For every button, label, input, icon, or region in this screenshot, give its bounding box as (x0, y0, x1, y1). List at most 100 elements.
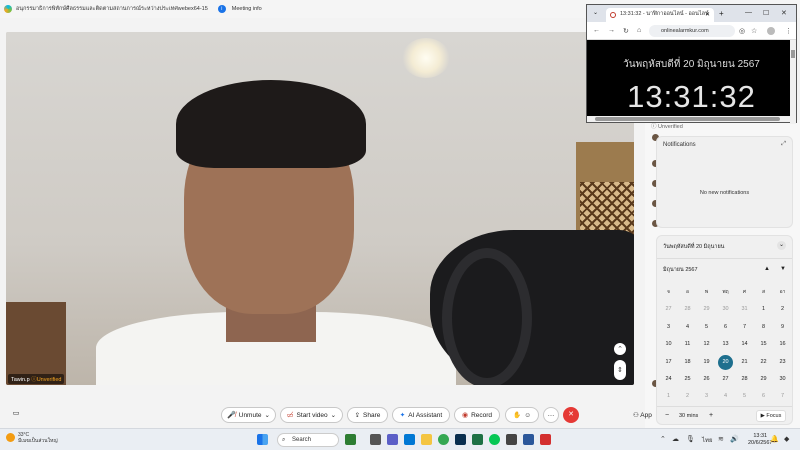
calendar-day[interactable]: 27 (659, 301, 678, 318)
edge-icon[interactable] (404, 434, 415, 445)
calendar-day[interactable]: 14 (735, 336, 754, 353)
share-button[interactable]: ⇪ Share (347, 407, 388, 423)
tab-menu-icon[interactable]: ⌄ (593, 9, 598, 16)
more-menu-icon[interactable]: ⋮ (785, 27, 792, 35)
teams-icon[interactable] (387, 434, 398, 445)
start-video-button[interactable]: ▭̸ Start video ⌄ (280, 407, 343, 423)
calendar-day[interactable]: 29 (697, 301, 716, 318)
calendar-day-today[interactable]: 20 (716, 354, 735, 371)
chevron-down-icon[interactable]: ⌄ (777, 241, 786, 250)
word-icon[interactable] (523, 434, 534, 445)
calendar-day[interactable]: 22 (754, 354, 773, 371)
line-icon[interactable] (489, 434, 500, 445)
task-view-icon[interactable] (370, 434, 381, 445)
wifi-icon[interactable]: ≋ (718, 435, 724, 443)
calendar-day[interactable]: 7 (773, 388, 792, 405)
pdf-icon[interactable] (540, 434, 551, 445)
record-button[interactable]: ◉ Record (454, 407, 500, 423)
calendar-day[interactable]: 17 (659, 354, 678, 371)
calendar-day[interactable]: 5 (735, 388, 754, 405)
new-tab-icon[interactable]: + (719, 9, 724, 18)
calendar-day[interactable]: 19 (697, 354, 716, 371)
back-icon[interactable]: ← (593, 27, 600, 34)
calendar-day[interactable]: 26 (697, 371, 716, 388)
calendar-day[interactable]: 1 (659, 388, 678, 405)
captions-icon[interactable]: ▭ (8, 407, 24, 423)
calendar-day[interactable]: 31 (735, 301, 754, 318)
ai-assistant-button[interactable]: ✦ AI Assistant (392, 407, 450, 423)
copilot-icon[interactable]: ◆ (784, 435, 789, 443)
calendar-day[interactable]: 29 (754, 371, 773, 388)
calendar-day[interactable]: 3 (697, 388, 716, 405)
calendar-day[interactable]: 6 (754, 388, 773, 405)
minimize-icon[interactable]: — (745, 9, 752, 16)
reactions-button[interactable]: ✋ ☺ (505, 407, 539, 423)
browser-tab[interactable]: 13:31:32 - นาฬิกาออนไลน์ - ออนไลน์ (606, 8, 714, 22)
reload-icon[interactable]: ↻ (623, 27, 629, 35)
calendar-day[interactable]: 23 (773, 354, 792, 371)
chevron-down-icon[interactable]: ⌄ (265, 411, 270, 419)
close-tab-icon[interactable]: ✕ (705, 11, 710, 18)
volume-icon[interactable]: 🔊 (730, 435, 739, 443)
calendar-day[interactable]: 2 (773, 301, 792, 318)
forward-icon[interactable]: → (608, 27, 615, 34)
vertical-scrollbar[interactable] (790, 40, 796, 124)
chevron-down-icon[interactable]: ▼ (780, 266, 786, 272)
webex-icon[interactable] (455, 434, 466, 445)
calendar-day[interactable]: 24 (659, 371, 678, 388)
calendar-day[interactable]: 27 (716, 371, 735, 388)
app-icon[interactable] (506, 434, 517, 445)
apps-button[interactable]: ⚇ App (633, 411, 652, 419)
video-scroll-control[interactable]: ⇕ (614, 360, 626, 380)
address-bar[interactable]: onlinealarmkur.com (649, 25, 735, 37)
calendar-day[interactable]: 4 (678, 319, 697, 336)
calendar-day[interactable]: 28 (678, 301, 697, 318)
excel-icon[interactable] (472, 434, 483, 445)
calendar-day[interactable]: 7 (735, 319, 754, 336)
tracking-icon[interactable]: ◎ (739, 27, 745, 35)
leave-meeting-button[interactable]: ✕ (563, 407, 579, 423)
calendar-day[interactable]: 16 (773, 336, 792, 353)
calendar-day[interactable]: 15 (754, 336, 773, 353)
star-icon[interactable]: ☆ (751, 27, 757, 35)
bell-icon[interactable]: 🔔 (770, 435, 779, 443)
calendar-day[interactable]: 25 (678, 371, 697, 388)
maximize-icon[interactable]: ☐ (763, 9, 769, 17)
calendar-day[interactable]: 10 (659, 336, 678, 353)
calendar-day[interactable]: 1 (754, 301, 773, 318)
mic-icon[interactable]: 🎙 (686, 435, 695, 443)
calendar-day[interactable]: 11 (678, 336, 697, 353)
calendar-day[interactable]: 13 (716, 336, 735, 353)
calendar-day[interactable]: 5 (697, 319, 716, 336)
calendar-day[interactable]: 28 (735, 371, 754, 388)
chevron-down-icon[interactable]: ⌄ (331, 411, 336, 419)
calendar-day[interactable]: 3 (659, 319, 678, 336)
unmute-button[interactable]: 🎤̸ Unmute ⌄ (221, 407, 276, 423)
chrome-icon[interactable] (438, 434, 449, 445)
collapse-up-icon[interactable]: ⌃ (614, 343, 626, 355)
calendar-day[interactable]: 21 (735, 354, 754, 371)
calendar-day[interactable]: 18 (678, 354, 697, 371)
calendar-day[interactable]: 30 (773, 371, 792, 388)
profile-avatar[interactable] (767, 27, 775, 35)
calendar-day[interactable]: 2 (678, 388, 697, 405)
file-explorer-icon[interactable] (421, 434, 432, 445)
start-icon[interactable] (257, 434, 268, 445)
weather-widget[interactable]: 33°C มีเมฆเป็นส่วนใหญ่ (18, 432, 58, 444)
chevron-up-icon[interactable]: ⌃ (660, 435, 666, 443)
more-options-icon[interactable]: … (543, 407, 559, 423)
calendar-day[interactable]: 8 (754, 319, 773, 336)
settings-icon[interactable]: ⤢ (781, 141, 786, 148)
calendar-month[interactable]: มิถุนายน 2567 (663, 266, 698, 274)
scroll-thumb[interactable] (791, 50, 795, 58)
calendar-day[interactable]: 12 (697, 336, 716, 353)
tray-icon[interactable]: ☁ (672, 435, 679, 443)
taskbar-search[interactable]: ⌕ Search (277, 433, 339, 447)
language-indicator[interactable]: ไทย (702, 435, 713, 445)
close-window-icon[interactable]: ✕ (781, 9, 787, 17)
chevron-up-icon[interactable]: ▲ (764, 266, 770, 272)
calendar-day[interactable]: 6 (716, 319, 735, 336)
weather-icon[interactable] (6, 433, 15, 442)
info-icon[interactable]: i (217, 5, 226, 13)
meeting-info-link[interactable]: Meeting info (232, 6, 262, 12)
